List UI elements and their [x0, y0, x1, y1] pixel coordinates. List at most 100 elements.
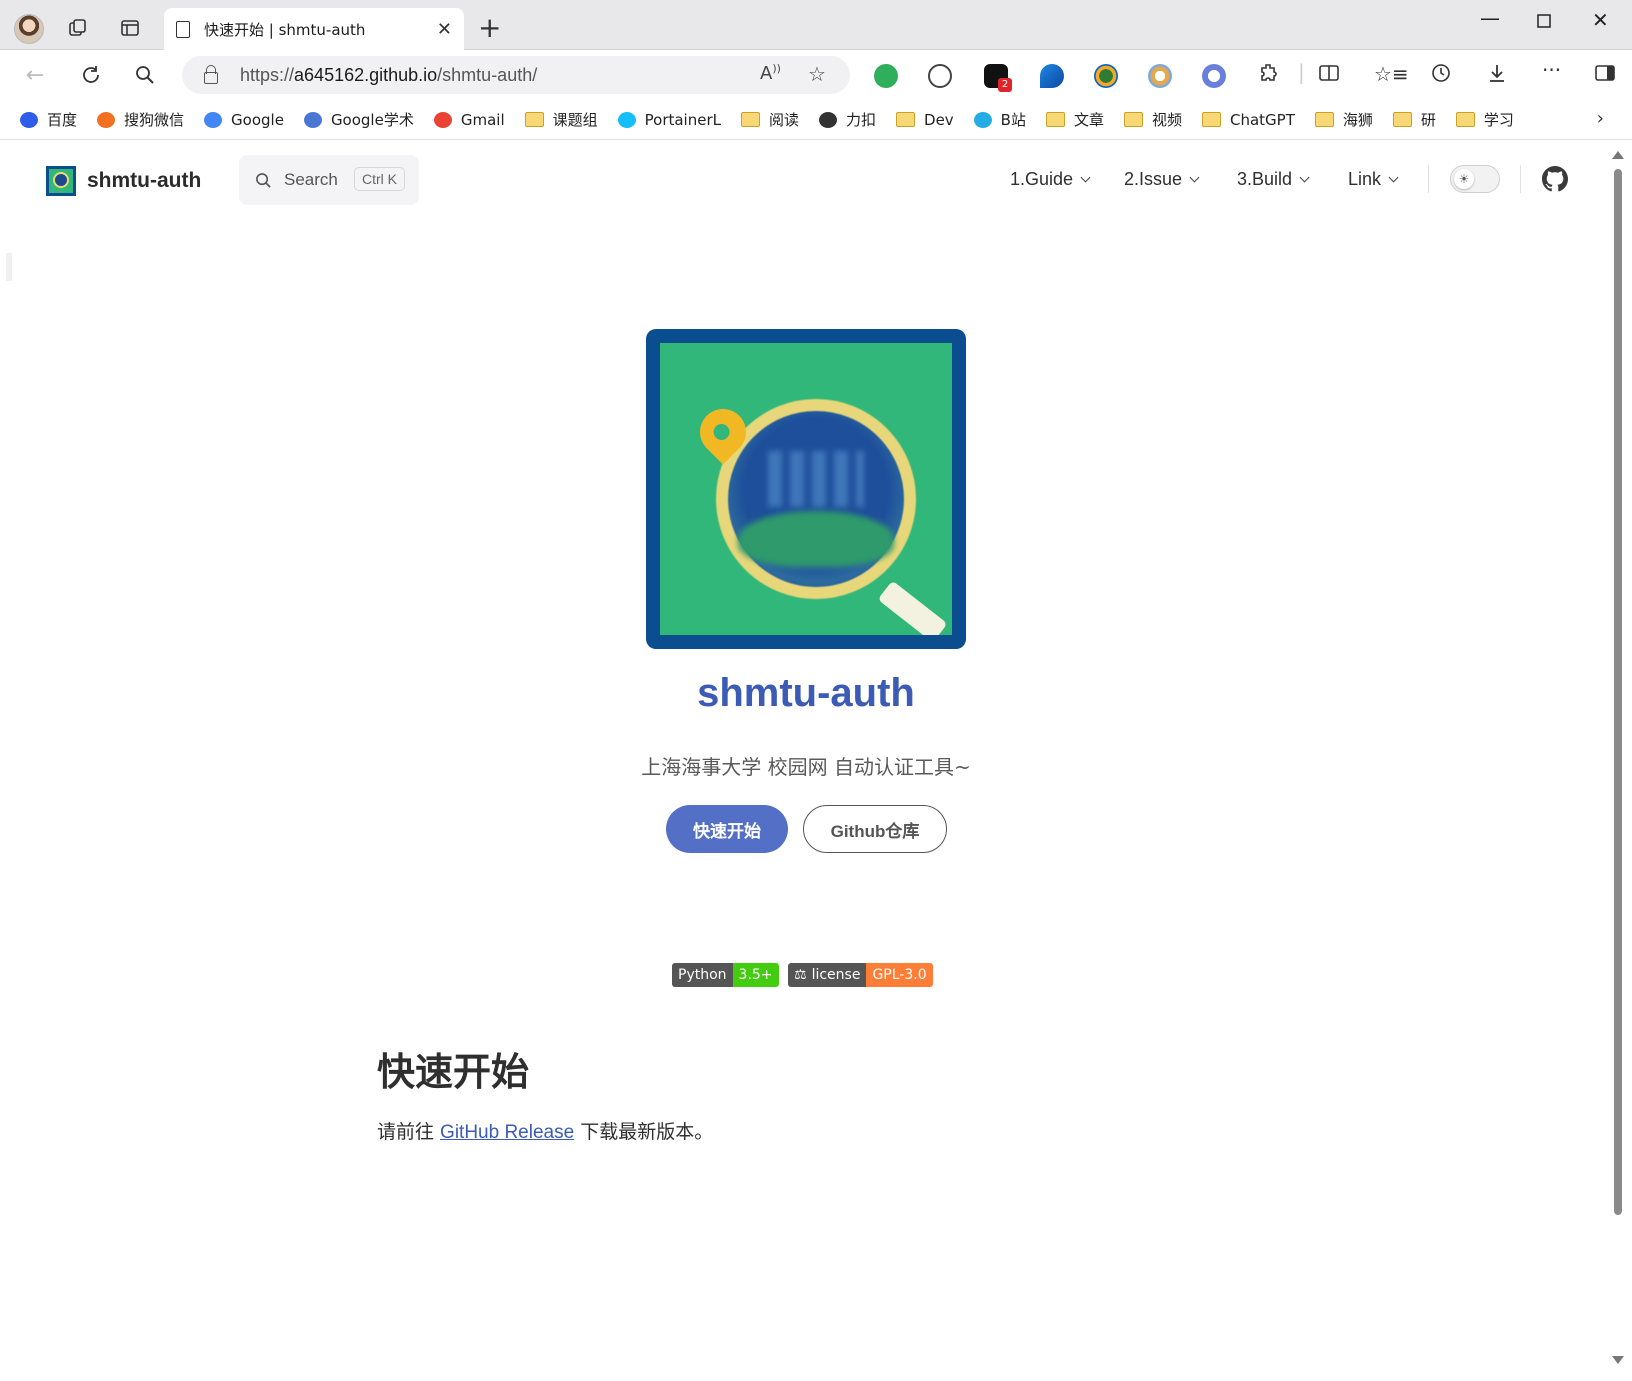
address-bar[interactable]: https://a645162.github.io/shmtu-auth/ — [182, 56, 850, 94]
active-tab[interactable]: 快速开始 | shmtu-auth ✕ — [164, 8, 464, 50]
quick-start-button[interactable]: 快速开始 — [666, 805, 788, 853]
folder-icon — [896, 112, 916, 127]
extension-icon[interactable] — [1148, 64, 1172, 88]
lock-icon[interactable] — [204, 64, 218, 84]
bookmark-label: PortainerL — [644, 110, 721, 129]
bookmark-item[interactable]: Gmail — [433, 110, 505, 129]
python-version-badge[interactable]: Python 3.5+ — [672, 963, 779, 987]
license-badge[interactable]: ⚖ license GPL-3.0 — [788, 963, 933, 987]
chevron-down-icon — [1080, 172, 1091, 183]
bookmark-label: 研 — [1420, 111, 1436, 129]
bookmark-label: 阅读 — [768, 111, 799, 129]
bookmark-item[interactable]: ChatGPT — [1202, 111, 1295, 129]
scroll-thumb[interactable] — [1614, 169, 1622, 1215]
badge-value: GPL-3.0 — [866, 963, 933, 987]
bookmark-label: 搜狗微信 — [124, 111, 185, 129]
bookmark-label: Gmail — [460, 110, 505, 129]
hero-tagline: 上海海事大学 校园网 自动认证工具~ — [641, 755, 971, 779]
google-icon — [204, 111, 223, 128]
sogou-icon — [97, 111, 116, 128]
site-search-button[interactable]: Search Ctrl K — [239, 155, 419, 205]
leetcode-icon — [819, 111, 837, 128]
scholar-icon — [303, 111, 322, 128]
bookmark-label: 文章 — [1073, 111, 1104, 129]
page-icon — [176, 20, 190, 38]
bookmark-item[interactable]: 视频 — [1123, 109, 1182, 130]
folder-icon — [1455, 112, 1475, 127]
refresh-icon[interactable] — [78, 62, 104, 88]
bookmark-label: ChatGPT — [1230, 110, 1295, 129]
bookmark-item[interactable]: 海狮 — [1314, 109, 1373, 130]
downloads-icon[interactable] — [1486, 62, 1508, 89]
baidu-icon — [20, 111, 38, 128]
bookmark-label: Dev — [924, 110, 954, 129]
sidebar-handle[interactable] — [6, 253, 12, 281]
folder-icon — [524, 112, 544, 127]
portainer-icon — [617, 111, 636, 128]
site-name[interactable]: shmtu-auth — [87, 169, 201, 193]
favorite-star-icon[interactable]: ☆ — [808, 62, 826, 86]
bookmark-label: 视频 — [1151, 111, 1182, 129]
profile-avatar[interactable] — [14, 14, 44, 44]
read-aloud-icon[interactable]: A)) — [760, 62, 781, 84]
site-logo[interactable] — [46, 166, 76, 196]
hero-title: shmtu-auth — [697, 671, 915, 715]
history-icon[interactable] — [1430, 62, 1452, 89]
maximize-icon[interactable] — [1536, 10, 1552, 34]
bookmark-item[interactable]: Google — [204, 111, 284, 129]
tab-title: 快速开始 | shmtu-auth — [204, 20, 366, 39]
url-text: https://a645162.github.io/shmtu-auth/ — [240, 64, 538, 85]
bookmark-item[interactable]: 文章 — [1045, 109, 1104, 130]
hero-logo — [646, 329, 966, 649]
scroll-up-icon[interactable] — [1612, 151, 1624, 159]
bookmark-item[interactable]: 百度 — [20, 109, 77, 130]
bookmarks-bar: 百度 搜狗微信 Google Google学术 Gmail 课题组 PortainerL 阅读… — [0, 100, 1632, 140]
favorites-icon[interactable]: ☆≡ — [1374, 62, 1409, 86]
bookmark-item[interactable]: 搜狗微信 — [97, 109, 184, 130]
github-release-link[interactable]: GitHub Release — [440, 1122, 574, 1143]
bookmark-item[interactable]: 课题组 — [524, 109, 598, 130]
bookmark-item[interactable]: B站 — [973, 109, 1026, 130]
chevron-down-icon — [1299, 172, 1310, 183]
github-repo-button[interactable]: Github仓库 — [803, 805, 947, 853]
extension-icon[interactable] — [1094, 64, 1118, 88]
bookmark-item[interactable]: 阅读 — [740, 109, 799, 130]
close-window-icon[interactable]: ✕ — [1592, 8, 1609, 32]
bookmark-label: Google学术 — [330, 111, 414, 129]
nav-guide[interactable]: 1.Guide — [1010, 169, 1091, 190]
github-icon[interactable] — [1542, 166, 1568, 196]
badge-label: ⚖ license — [788, 963, 867, 987]
vertical-tabs-icon[interactable] — [114, 12, 146, 44]
theme-toggle[interactable]: ☀ — [1450, 165, 1500, 193]
evernote-extension-icon[interactable] — [874, 64, 898, 88]
nav-link[interactable]: Link — [1348, 169, 1399, 190]
tab-close-icon[interactable]: ✕ — [437, 19, 452, 40]
search-icon[interactable] — [132, 62, 158, 88]
extensions-icon[interactable] — [1258, 62, 1280, 89]
back-icon[interactable]: ← — [22, 62, 48, 88]
bookmark-item[interactable]: 学习 — [1455, 109, 1514, 130]
bookmark-item[interactable]: Dev — [896, 111, 954, 129]
sidebar-icon[interactable] — [1594, 62, 1616, 89]
bookmark-item[interactable]: 研 — [1392, 109, 1436, 130]
bookmark-item[interactable]: Google学术 — [303, 109, 414, 130]
new-tab-button[interactable]: + — [478, 14, 501, 42]
extension-icon[interactable] — [928, 64, 952, 88]
scale-icon: ⚖ — [794, 967, 807, 983]
more-menu-icon[interactable]: ··· — [1542, 58, 1561, 82]
split-screen-icon[interactable] — [1318, 62, 1340, 89]
nav-build[interactable]: 3.Build — [1237, 169, 1310, 190]
extension-icon[interactable] — [1202, 64, 1226, 88]
bookmark-item[interactable]: PortainerL — [617, 110, 721, 129]
nav-issue[interactable]: 2.Issue — [1124, 169, 1200, 190]
minimize-icon[interactable]: — — [1480, 6, 1500, 30]
bookmark-item[interactable]: 力扣 — [819, 109, 876, 130]
extension-icon[interactable] — [1040, 64, 1064, 88]
scroll-down-icon[interactable] — [1612, 1356, 1624, 1364]
search-shortcut: Ctrl K — [354, 167, 405, 191]
folder-icon — [740, 112, 760, 127]
collections-icon[interactable] — [62, 12, 94, 44]
chevron-right-icon[interactable]: › — [1597, 108, 1604, 129]
nav-divider — [1428, 165, 1429, 193]
vertical-scrollbar[interactable] — [1610, 141, 1626, 1375]
